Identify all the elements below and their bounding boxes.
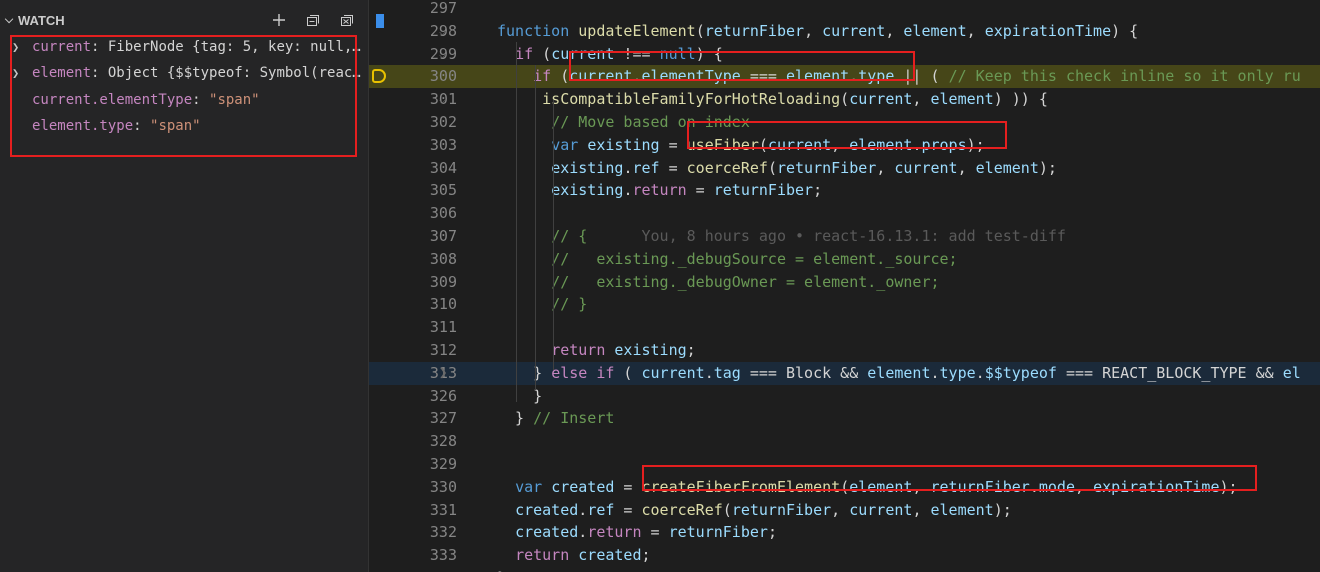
- line-code: return created;: [515, 546, 651, 565]
- add-expression-icon[interactable]: [268, 10, 290, 30]
- code-line[interactable]: 328: [369, 430, 1320, 453]
- watch-panel: ⌵ WATCH ❯ current: FiberNode {tag: 5, key…: [0, 0, 369, 572]
- fold-chevron-right-icon[interactable]: ❯: [439, 362, 447, 385]
- code-line[interactable]: 309 // existing._debugOwner = element._o…: [369, 271, 1320, 294]
- code-line[interactable]: 305 existing.return = returnFiber;: [369, 179, 1320, 202]
- line-number: 312: [429, 341, 457, 359]
- line-number: 330: [429, 477, 457, 496]
- line-code: }: [497, 567, 506, 572]
- chevron-down-icon[interactable]: ⌵: [0, 14, 18, 27]
- line-code: } else if ( current.tag === Block && ele…: [497, 363, 1301, 382]
- line-code: created.ref = coerceRef(returnFiber, cur…: [515, 500, 1012, 519]
- line-number: 326: [429, 386, 457, 405]
- line-number: 334: [369, 567, 457, 572]
- line-code: // { You, 8 hours ago • react-16.13.1: a…: [551, 227, 1066, 245]
- code-line[interactable]: 308 // existing._debugSource = element._…: [369, 248, 1320, 271]
- code-editor[interactable]: 297 298 function updateElement(returnFiber…: [369, 0, 1320, 572]
- line-code: // }: [551, 295, 588, 314]
- line-code: } // Insert: [497, 409, 615, 428]
- code-highlight-box: [687, 121, 1007, 149]
- line-code: // existing._debugSource = element._sour…: [551, 249, 958, 268]
- line-number: 327: [429, 409, 457, 428]
- line-code: function updateElement(returnFiber, curr…: [497, 21, 1139, 40]
- fold-chevron-down-icon[interactable]: ⌵: [439, 43, 446, 66]
- watch-highlight-box: [10, 35, 357, 157]
- line-number: 308: [429, 249, 457, 268]
- line-number: 305: [429, 181, 457, 200]
- code-highlight-box: [642, 465, 1257, 491]
- line-code: existing.ref = coerceRef(returnFiber, cu…: [551, 158, 1057, 177]
- code-line[interactable]: 327 } // Insert: [369, 407, 1320, 430]
- code-line[interactable]: 304 existing.ref = coerceRef(returnFiber…: [369, 157, 1320, 180]
- code-line[interactable]: 298 function updateElement(returnFiber, c…: [369, 20, 1320, 43]
- code-line[interactable]: 313 } else if ( current.tag === Block &&…: [369, 361, 1320, 385]
- line-number: 332: [429, 523, 457, 542]
- line-number: 309: [429, 272, 457, 291]
- line-number: 297: [429, 0, 457, 17]
- indent-guide: [553, 100, 554, 370]
- code-line[interactable]: 297: [369, 0, 1320, 20]
- fold-chevron-down-icon[interactable]: ⌵: [439, 88, 446, 111]
- code-line[interactable]: 326 }: [369, 385, 1320, 408]
- line-number: 331: [429, 500, 457, 519]
- code-highlight-box: [569, 51, 915, 81]
- line-number: 304: [429, 158, 457, 177]
- line-number: 306: [429, 204, 457, 223]
- code-line[interactable]: 301 isCompatibleFamilyForHotReloading(cu…: [369, 88, 1320, 111]
- collapse-all-icon[interactable]: [302, 10, 324, 30]
- line-number: 307: [429, 227, 457, 245]
- code-line[interactable]: 311: [369, 316, 1320, 339]
- line-number: 311: [429, 318, 457, 337]
- indent-guide: [535, 65, 536, 390]
- line-number: 329: [429, 455, 457, 473]
- code-line[interactable]: 306: [369, 202, 1320, 225]
- line-number: 302: [429, 113, 457, 131]
- code-line[interactable]: 331 created.ref = coerceRef(returnFiber,…: [369, 499, 1320, 522]
- line-code: // existing._debugOwner = element._owner…: [551, 272, 940, 291]
- git-blame-annotation: You, 8 hours ago • react-16.13.1: add te…: [587, 227, 1066, 245]
- watch-title: WATCH: [18, 12, 65, 28]
- line-number: 303: [429, 135, 457, 154]
- line-number: 328: [429, 432, 457, 451]
- line-code: return existing;: [551, 341, 696, 359]
- code-line[interactable]: 310 // }: [369, 293, 1320, 316]
- watch-header[interactable]: ⌵ WATCH: [0, 10, 368, 30]
- code-line[interactable]: 307 // { You, 8 hours ago • react-16.13.…: [369, 225, 1320, 248]
- line-number: 310: [429, 295, 457, 314]
- line-code: existing.return = returnFiber;: [551, 181, 823, 200]
- line-code: isCompatibleFamilyForHotReloading(curren…: [542, 90, 1048, 109]
- line-code: created.return = returnFiber;: [515, 523, 777, 542]
- remove-all-expressions-icon[interactable]: [336, 10, 358, 30]
- indent-guide: [516, 42, 517, 402]
- fold-chevron-down-icon[interactable]: ⌵: [439, 20, 446, 43]
- code-line[interactable]: 333 return created;: [369, 544, 1320, 567]
- code-line[interactable]: 312 return existing;: [369, 339, 1320, 362]
- code-line[interactable]: 334}: [369, 567, 1320, 572]
- line-number: 333: [429, 546, 457, 565]
- code-line[interactable]: 332 created.return = returnFiber;: [369, 521, 1320, 544]
